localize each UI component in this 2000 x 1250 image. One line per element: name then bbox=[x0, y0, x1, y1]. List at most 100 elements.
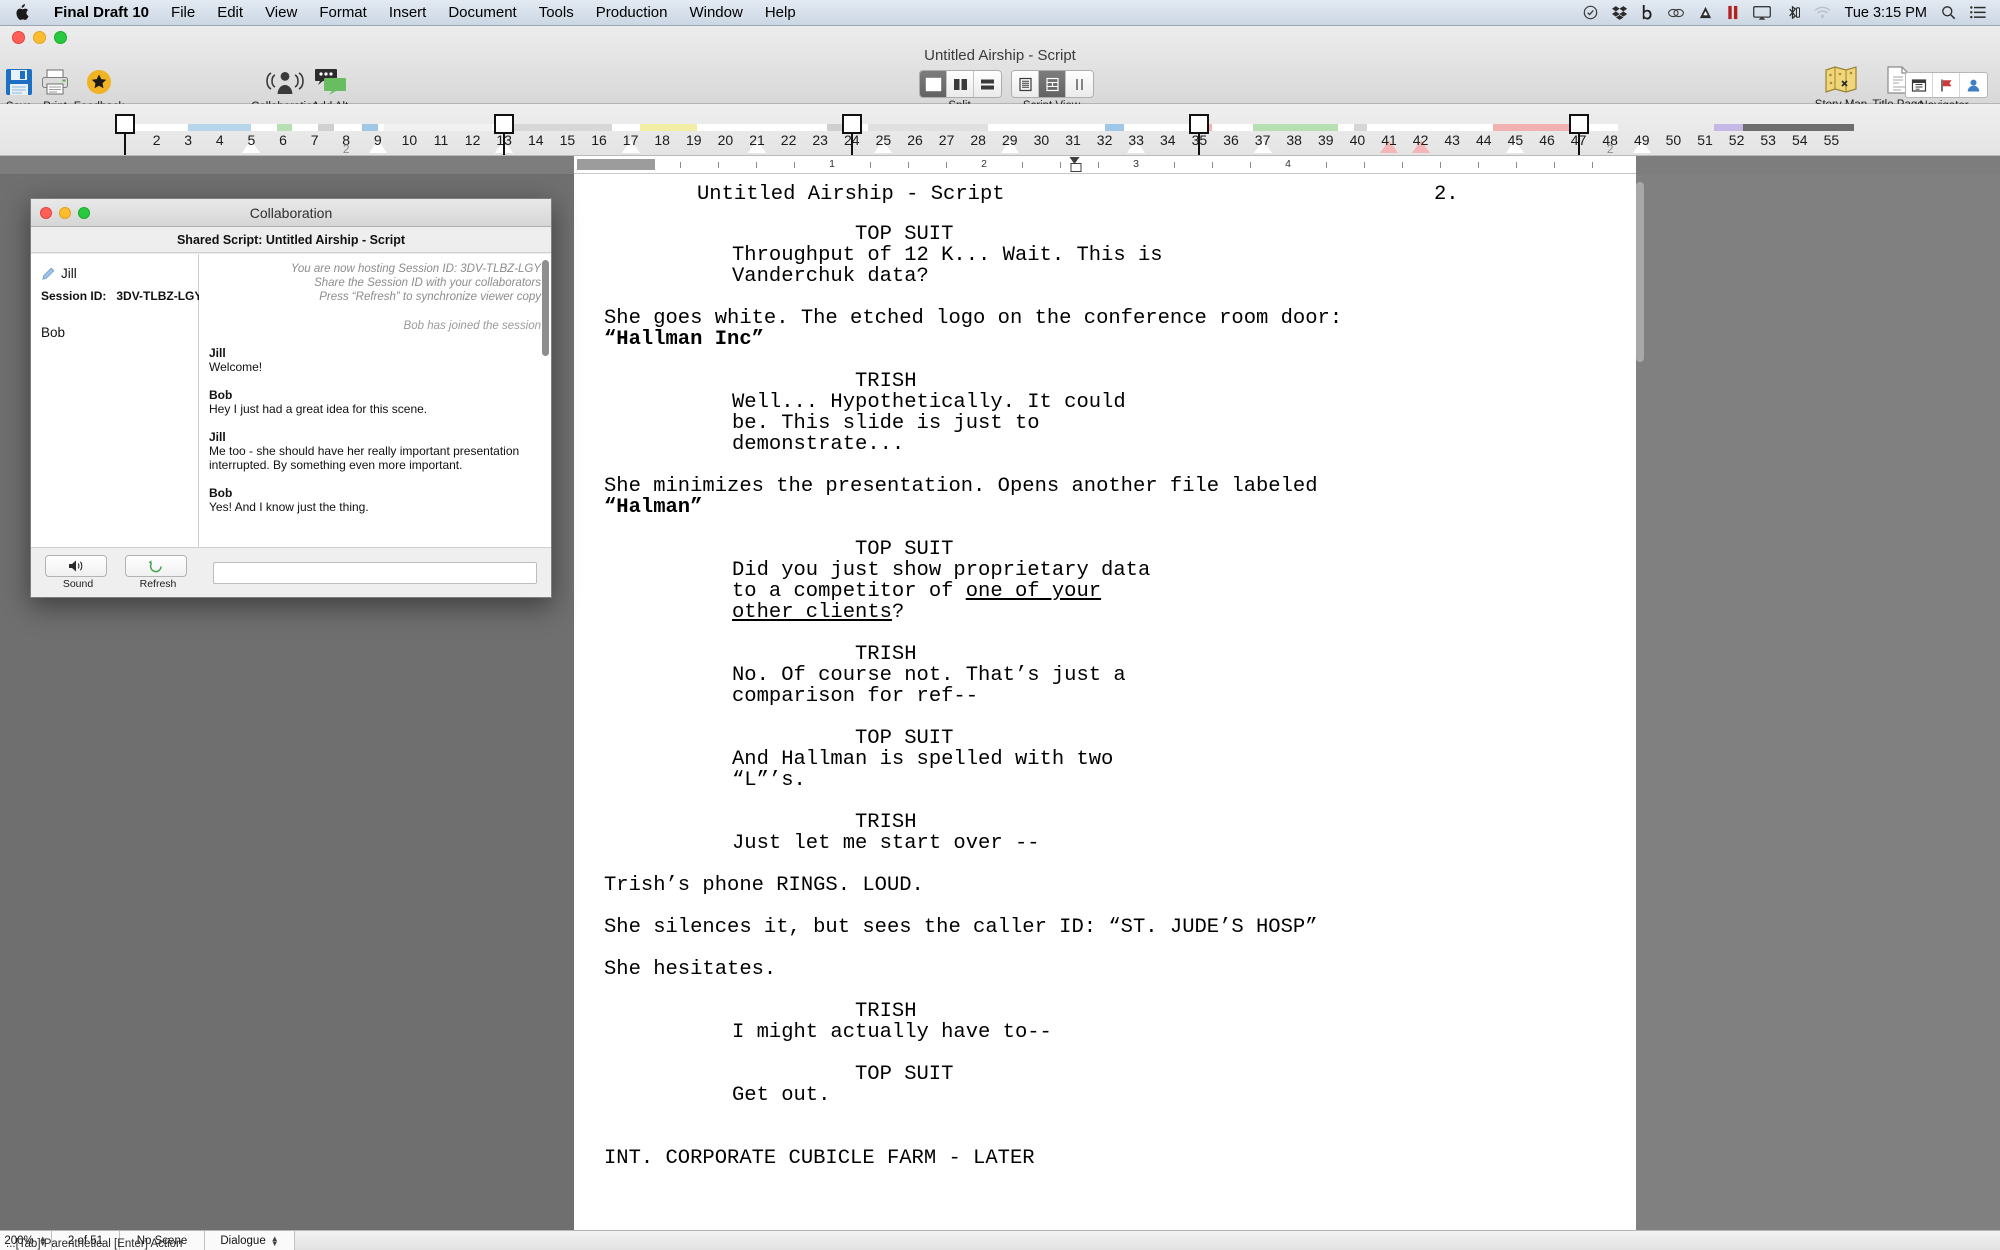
scene-ruler[interactable]: 2345678910111213141516171819202122232425… bbox=[0, 104, 2000, 156]
split-option-two-pane-vertical[interactable] bbox=[947, 71, 974, 97]
checkmark-circle-icon[interactable] bbox=[1583, 5, 1598, 20]
split-option-two-pane-horizontal[interactable] bbox=[974, 71, 1001, 97]
doc-ruler-indent-marker[interactable] bbox=[1069, 157, 1082, 172]
script-line-action[interactable]: She goes white. The etched logo on the c… bbox=[604, 308, 1342, 329]
script-line-dialogue[interactable]: demonstrate... bbox=[732, 434, 904, 455]
script-view-option-normal[interactable] bbox=[1012, 71, 1039, 97]
close-button[interactable] bbox=[12, 31, 25, 44]
wifi-icon[interactable] bbox=[1814, 6, 1831, 19]
menu-item-insert[interactable]: Insert bbox=[378, 4, 438, 21]
chat-transcript[interactable]: You are now hosting Session ID: 3DV-TLBZ… bbox=[199, 254, 551, 547]
minimize-button[interactable] bbox=[33, 31, 46, 44]
ruler-scene-band[interactable] bbox=[276, 124, 293, 131]
ruler-scene-band[interactable] bbox=[826, 124, 843, 131]
navigator-control[interactable] bbox=[1905, 72, 1988, 98]
b-letter-icon[interactable] bbox=[1641, 5, 1654, 20]
script-line-dialogue-underline2[interactable]: other clients? bbox=[732, 602, 904, 623]
script-line-dialogue[interactable]: I might actually have to-- bbox=[732, 1022, 1052, 1043]
ruler-scene-band[interactable] bbox=[362, 124, 378, 131]
ruler-page-marker[interactable] bbox=[115, 114, 135, 155]
ruler-scene-band[interactable] bbox=[497, 124, 612, 131]
script-view-option-speed[interactable] bbox=[1066, 71, 1093, 97]
collaboration-dialog[interactable]: Collaboration Shared Script: Untitled Ai… bbox=[30, 198, 552, 598]
script-view-option-page[interactable] bbox=[1039, 71, 1066, 97]
script-line-action-bold[interactable]: “Hallman Inc” bbox=[604, 329, 764, 350]
red-flag-icon[interactable] bbox=[1933, 73, 1960, 97]
menu-item-app[interactable]: Final Draft 10 bbox=[43, 4, 160, 21]
script-line-scene[interactable]: INT. CORPORATE CUBICLE FARM - LATER bbox=[604, 1148, 1035, 1169]
ruler-scene-band[interactable] bbox=[1714, 124, 1743, 131]
menu-item-file[interactable]: File bbox=[160, 4, 206, 21]
menu-item-production[interactable]: Production bbox=[585, 4, 679, 21]
ruler-scene-band[interactable] bbox=[384, 124, 492, 131]
vertical-scrollbar[interactable] bbox=[1636, 182, 1644, 362]
list-menu-icon[interactable] bbox=[1970, 6, 1986, 19]
sound-button[interactable]: Sound bbox=[45, 555, 111, 590]
ruler-scene-band[interactable] bbox=[1104, 124, 1124, 131]
menu-item-help[interactable]: Help bbox=[754, 4, 807, 21]
script-line-action[interactable]: She hesitates. bbox=[604, 959, 776, 980]
ruler-page-marker[interactable] bbox=[841, 114, 862, 155]
ruler-scene-band[interactable] bbox=[1354, 124, 1367, 131]
google-drive-icon[interactable] bbox=[1698, 6, 1713, 20]
participant-other-name[interactable]: Bob bbox=[31, 303, 198, 340]
script-line-dialogue[interactable]: Throughput of 12 K... Wait. This is bbox=[732, 245, 1163, 266]
ruler-scene-band[interactable] bbox=[640, 124, 697, 131]
menu-item-window[interactable]: Window bbox=[678, 4, 753, 21]
chat-scrollbar[interactable] bbox=[542, 260, 549, 356]
script-line-dialogue[interactable]: Vanderchuk data? bbox=[732, 266, 929, 287]
menu-item-view[interactable]: View bbox=[254, 4, 308, 21]
split-segmented-control[interactable] bbox=[919, 70, 1002, 98]
participant-host[interactable]: Jill bbox=[31, 264, 198, 283]
scene-board-icon[interactable] bbox=[1906, 73, 1933, 97]
menu-bar-clock[interactable]: Tue 3:15 PM bbox=[1845, 5, 1927, 21]
ruler-page-marker[interactable] bbox=[1189, 114, 1210, 155]
script-view-segmented-control[interactable] bbox=[1011, 70, 1094, 98]
script-line-dialogue[interactable]: And Hallman is spelled with two bbox=[732, 749, 1113, 770]
script-line-action[interactable]: She silences it, but sees the caller ID:… bbox=[604, 917, 1318, 938]
dropbox-icon[interactable] bbox=[1611, 5, 1627, 20]
ruler-scene-band[interactable] bbox=[867, 124, 988, 131]
apple-icon[interactable] bbox=[0, 4, 43, 21]
script-line-action[interactable]: She minimizes the presentation. Opens an… bbox=[604, 476, 1318, 497]
chain-link-icon[interactable] bbox=[1667, 6, 1684, 20]
participant-list[interactable]: Jill Session ID: 3DV-TLBZ-LGY Bob bbox=[31, 254, 202, 547]
ruler-scene-band[interactable] bbox=[1742, 124, 1854, 131]
script-line-dialogue[interactable]: be. This slide is just to bbox=[732, 413, 1040, 434]
script-line-dialogue[interactable]: Get out. bbox=[732, 1085, 830, 1106]
script-line-character[interactable]: TRISH bbox=[855, 644, 917, 665]
ruler-scene-band[interactable] bbox=[1253, 124, 1339, 131]
script-line-action-bold[interactable]: “Halman” bbox=[604, 497, 702, 518]
script-line-dialogue[interactable]: Well... Hypothetically. It could bbox=[732, 392, 1126, 413]
ruler-page-marker[interactable] bbox=[1568, 114, 1589, 155]
script-line-dialogue[interactable]: No. Of course not. That’s just a bbox=[732, 665, 1126, 686]
bluetooth-icon[interactable] bbox=[1785, 5, 1800, 20]
menu-item-format[interactable]: Format bbox=[308, 4, 378, 21]
refresh-button[interactable]: Refresh bbox=[125, 555, 191, 590]
script-line-dialogue[interactable]: comparison for ref-- bbox=[732, 686, 978, 707]
menu-item-edit[interactable]: Edit bbox=[206, 4, 254, 21]
script-line-action[interactable]: Trish’s phone RINGS. LOUD. bbox=[604, 875, 924, 896]
script-line-character[interactable]: TOP SUIT bbox=[855, 728, 953, 749]
script-line-character[interactable]: TOP SUIT bbox=[855, 1064, 953, 1085]
script-line-dialogue-underline[interactable]: to a competitor of one of your bbox=[732, 581, 1101, 602]
script-line-character[interactable]: TRISH bbox=[855, 371, 917, 392]
menu-item-document[interactable]: Document bbox=[437, 4, 527, 21]
zoom-button[interactable] bbox=[54, 31, 67, 44]
script-line-character[interactable]: TOP SUIT bbox=[855, 539, 953, 560]
chat-input[interactable] bbox=[213, 561, 537, 584]
ruler-scene-band[interactable] bbox=[188, 124, 252, 131]
airplay-icon[interactable] bbox=[1752, 5, 1771, 20]
script-line-character[interactable]: TRISH bbox=[855, 812, 917, 833]
ruler-page-marker[interactable] bbox=[494, 114, 515, 155]
menu-item-tools[interactable]: Tools bbox=[528, 4, 585, 21]
script-line-character[interactable]: TOP SUIT bbox=[855, 224, 953, 245]
script-page[interactable]: Untitled Airship - Script 2. TOP SUIT Thr… bbox=[574, 174, 1644, 1230]
document-ruler[interactable]: 1 2 3 4 bbox=[574, 156, 1636, 174]
split-option-single-pane[interactable] bbox=[920, 71, 947, 97]
script-line-dialogue[interactable]: Did you just show proprietary data bbox=[732, 560, 1150, 581]
character-person-icon[interactable] bbox=[1960, 73, 1987, 97]
ruler-scene-band[interactable] bbox=[317, 124, 334, 131]
script-line-character[interactable]: TRISH bbox=[855, 1001, 917, 1022]
search-icon[interactable] bbox=[1941, 5, 1956, 20]
